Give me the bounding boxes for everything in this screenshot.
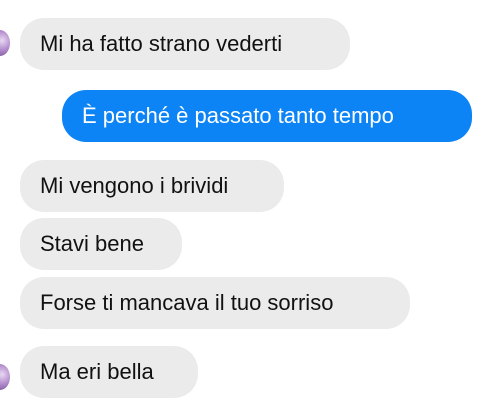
message-bubble-incoming[interactable]: Mi ha fatto strano vederti [20, 18, 350, 70]
message-text: È perché è passato tanto tempo [82, 103, 394, 128]
message-text: Forse ti mancava il tuo sorriso [40, 290, 334, 315]
message-bubble-outgoing[interactable]: È perché è passato tanto tempo [62, 90, 472, 142]
message-text: Mi ha fatto strano vederti [40, 31, 283, 56]
message-bubble-incoming[interactable]: Forse ti mancava il tuo sorriso [20, 277, 410, 329]
message-text: Ma eri bella [40, 359, 154, 384]
chat-thread: Mi ha fatto strano vederti È perché è pa… [0, 0, 500, 402]
message-text: Mi vengono i brividi [40, 173, 229, 198]
message-bubble-incoming[interactable]: Ma eri bella [20, 346, 198, 398]
contact-avatar[interactable] [0, 30, 10, 56]
message-bubble-incoming[interactable]: Stavi bene [20, 218, 182, 270]
contact-avatar[interactable] [0, 364, 10, 390]
message-text: Stavi bene [40, 231, 144, 256]
message-bubble-incoming[interactable]: Mi vengono i brividi [20, 160, 284, 212]
